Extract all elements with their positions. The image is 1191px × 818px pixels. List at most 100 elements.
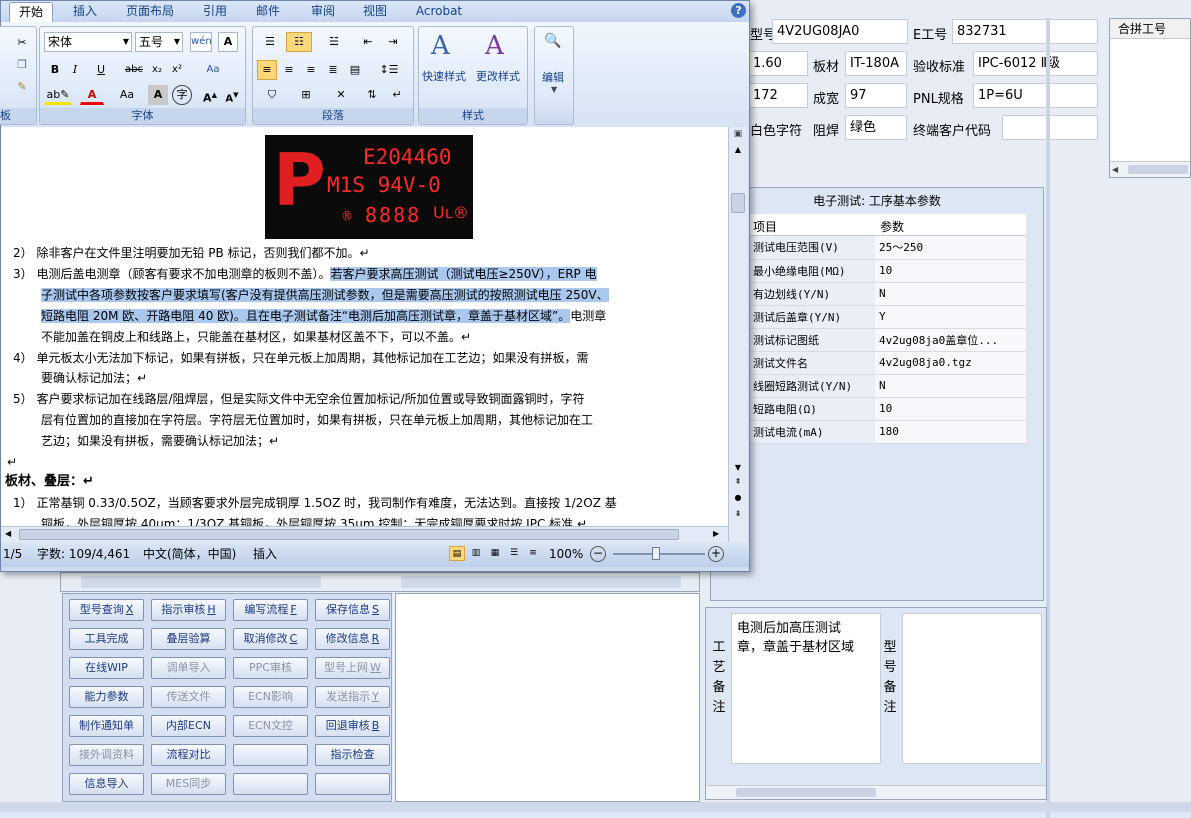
char-shading-icon[interactable]: A [148,85,168,105]
etest-row[interactable]: 短路电阻(Ω) 10 [749,397,1026,421]
etest-param[interactable]: 10 [875,397,1026,421]
quick-style-icon[interactable]: A [431,31,450,61]
doc-hscroll-thumb[interactable] [19,529,679,540]
clear-format-icon[interactable]: Aa [202,60,224,80]
scroll-right-icon[interactable]: ▶ [713,529,723,540]
mask-value[interactable]: 绿色 [845,115,907,140]
bullets-icon[interactable]: ☰ [257,32,283,52]
copy-icon[interactable]: ❐ [12,55,32,75]
tab-1[interactable]: 插入 [63,2,107,22]
browse-object-icon[interactable]: ● [731,493,745,503]
zoom-out-icon[interactable]: − [590,546,606,562]
zoom-in-icon[interactable]: + [708,546,724,562]
erp-button-21[interactable]: 流程对比 [151,744,226,766]
show-marks-icon[interactable]: ↵ [387,85,407,105]
lower-scroll-area[interactable] [60,572,700,592]
doc-hscrollbar[interactable]: ◀ ▶ [1,526,728,542]
etest-param[interactable]: N [875,282,1026,306]
tab-5[interactable]: 审阅 [303,2,343,22]
erp-button-2[interactable]: 编写流程 F [233,599,308,621]
status-page[interactable]: 1/5 [3,542,22,566]
justify-icon[interactable]: ≣ [323,60,343,80]
model-value[interactable]: 4V2UG08JA0 [772,19,908,44]
erp-button-22[interactable] [233,744,308,766]
print-layout-icon[interactable]: ▤ [449,546,465,561]
font-color-icon[interactable]: A [80,85,104,105]
strikethrough-icon[interactable]: abc [122,60,146,80]
yield-value[interactable]: 97 [845,83,907,108]
sort-icon[interactable]: ⇅ [361,85,383,105]
erp-button-1[interactable]: 指示审核 H [151,599,226,621]
underline-icon[interactable]: U [92,60,110,80]
change-style-label[interactable]: 更改样式 [476,68,520,84]
status-mode[interactable]: 插入 [253,542,277,566]
superscript-icon[interactable]: x² [168,60,186,80]
distributed-icon[interactable]: ▤ [345,60,365,80]
pnl-value[interactable]: 1P=6U [973,83,1098,108]
eno-value[interactable]: 832731 [952,19,1098,44]
edit-label[interactable]: 编辑 [542,69,564,85]
web-layout-icon[interactable]: ▦ [487,546,503,561]
etest-row[interactable]: 测试标记图纸 4v2ug08ja0盖章位... [749,328,1026,352]
erp-button-4[interactable]: 工具完成 [69,628,144,650]
status-language[interactable]: 中文(简体，中国) [143,542,236,566]
row3-value[interactable]: 172 [748,83,808,108]
draft-icon[interactable]: ≡ [525,546,541,561]
quick-style-label[interactable]: 快速样式 [422,68,466,84]
erp-button-27[interactable] [315,773,390,795]
change-case-icon[interactable]: Aa [114,85,140,105]
remark-model-text[interactable] [902,613,1042,764]
status-word-count[interactable]: 字数: 109/4,461 [37,542,130,566]
outline-icon[interactable]: ☰ [506,546,522,561]
etest-param[interactable]: 25～250 [875,236,1026,260]
shading-icon[interactable]: ⛉ [257,85,287,105]
tab-7[interactable]: Acrobat [407,2,471,22]
document-page[interactable]: P E204460 M1S 94V-0 8888 ® ꓴʟ® 2） 除非客户在文… [1,127,728,526]
italic-icon[interactable]: I [66,60,84,80]
cut-icon[interactable]: ✂ [12,33,32,53]
merge-scroll-thumb[interactable] [1128,165,1188,174]
erp-button-14[interactable]: ECN影响 [233,686,308,708]
tab-0[interactable]: 开始 [9,2,53,22]
borders-icon[interactable]: ⊞ [291,85,321,105]
scroll-up-icon[interactable]: ▲ [731,145,745,155]
erp-button-11[interactable]: 型号上网 W [315,657,390,679]
etest-row[interactable]: 有边划线(Y/N) N [749,282,1026,306]
enclose-char-icon[interactable]: 字 [172,85,192,105]
lower-scroll-thumb[interactable] [81,576,321,588]
erp-button-19[interactable]: 回退审核 B [315,715,390,737]
erp-button-25[interactable]: MES同步 [151,773,226,795]
change-style-icon[interactable]: A [485,31,504,61]
align-center-icon[interactable]: ≡ [279,60,299,80]
increase-indent-icon[interactable]: ⇥ [382,32,404,52]
erp-button-26[interactable] [233,773,308,795]
customer-code-value[interactable] [1002,115,1098,140]
next-page-icon[interactable]: ⇟ [731,509,745,519]
ruler-toggle-icon[interactable]: ▣ [731,129,745,141]
etest-row[interactable]: 测试电流(mA) 180 [749,420,1026,444]
etest-param[interactable]: 4v2ug08ja0盖章位... [875,328,1026,352]
erp-button-10[interactable]: PPC审核 [233,657,308,679]
scroll-down-icon[interactable]: ▼ [731,463,745,473]
etest-row[interactable]: 测试文件名 4v2ug08ja0.tgz [749,351,1026,375]
thickness-value[interactable]: 1.60 [748,51,808,76]
lower-scroll-thumb-2[interactable] [401,576,681,588]
etest-row[interactable]: 测试电压范围(V) 25～250 [749,236,1026,260]
erp-button-18[interactable]: ECN文控 [233,715,308,737]
full-screen-reading-icon[interactable]: ▥ [468,546,484,561]
material-value[interactable]: IT-180A [845,51,907,76]
erp-button-20[interactable]: 接外调资料 [69,744,144,766]
remark-craft-text[interactable]: 电测后加高压测试章，章盖于基材区域 [731,613,881,764]
tab-2[interactable]: 页面布局 [115,2,185,22]
prev-page-icon[interactable]: ⇞ [731,477,745,487]
align-right-icon[interactable]: ≡ [301,60,321,80]
font-size-combo[interactable]: 五号 ▼ [135,32,183,52]
erp-button-23[interactable]: 指示检查 [315,744,390,766]
etest-param[interactable]: N [875,374,1026,398]
doc-vscrollbar[interactable]: ▣ ▲ ▼ ⇞ ● ⇟ [728,127,748,542]
doc-vscroll-thumb[interactable] [731,193,745,213]
etest-param[interactable]: 10 [875,259,1026,283]
etest-row[interactable]: 最小绝缘电阻(MΩ) 10 [749,259,1026,283]
erp-button-8[interactable]: 在线WIP [69,657,144,679]
font-name-combo[interactable]: 宋体 ▼ [44,32,132,52]
